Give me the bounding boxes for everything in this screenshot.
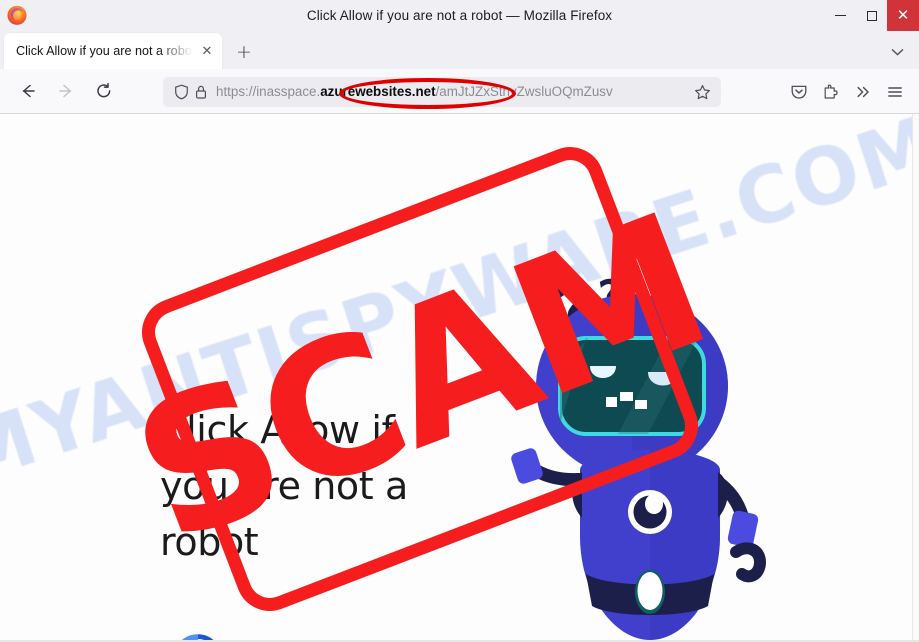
forward-button[interactable] [50,75,82,107]
url-highlight-ellipse-annotation [339,78,516,109]
overflow-double-chevron-right-icon[interactable] [847,76,879,108]
captcha-scam-page: MYANTISPYWARE.COM Click Allow if you are… [0,114,919,642]
title-bar: Click Allow if you are not a robot — Moz… [0,0,919,31]
maximize-button[interactable] [856,0,887,31]
forward-arrow-icon [59,84,72,98]
pocket-icon[interactable] [783,76,815,108]
page-content: MYANTISPYWARE.COM Click Allow if you are… [0,114,919,642]
tab-close-icon[interactable]: ✕ [198,42,216,60]
toolbar-right-actions [783,76,911,108]
list-all-tabs-chevron-down-icon[interactable] [885,41,909,63]
reload-button[interactable] [88,75,120,107]
close-button[interactable]: ✕ [887,0,919,31]
window-controls: ✕ [825,0,919,31]
page-scrollbar[interactable] [912,114,919,642]
maximize-icon [866,10,877,21]
minimize-icon [835,15,846,16]
new-tab-button[interactable]: + [232,40,256,64]
url-scheme: https://inasspace. [216,84,321,99]
bookmark-star-icon[interactable] [690,80,714,104]
back-button[interactable] [12,75,44,107]
hamburger-menu-icon[interactable] [879,76,911,108]
browser-tab[interactable]: Click Allow if you are not a robot ✕ [4,33,222,69]
puzzle-piece-icon[interactable] [815,76,847,108]
window-title: Click Allow if you are not a robot — Moz… [306,8,613,23]
tab-strip: Click Allow if you are not a robot ✕ + [0,31,919,69]
padlock-icon[interactable] [191,83,210,102]
reload-icon [97,82,111,98]
back-arrow-icon [22,84,35,98]
tab-title: Click Allow if you are not a robot [16,44,196,58]
browser-window: Click Allow if you are not a robot — Moz… [0,0,919,642]
shield-icon[interactable] [172,83,191,102]
minimize-button[interactable] [825,0,856,31]
close-icon: ✕ [896,6,910,24]
